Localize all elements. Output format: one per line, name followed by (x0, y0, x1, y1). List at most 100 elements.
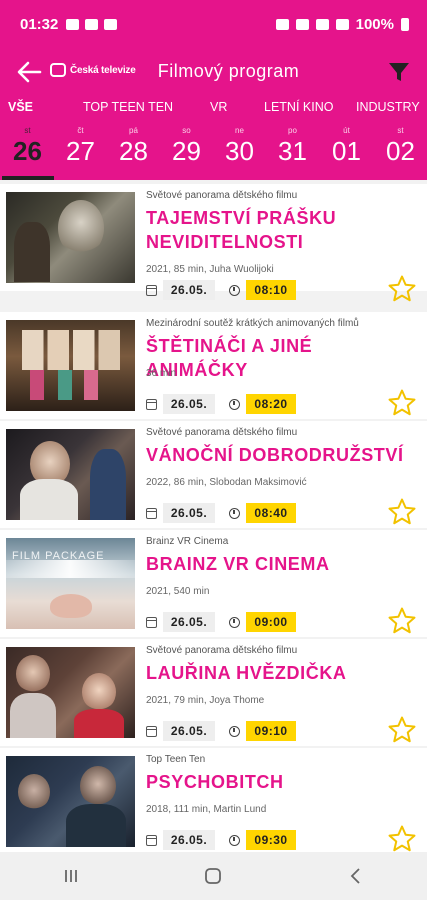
film-meta: 36 min (146, 368, 177, 379)
tab-vr[interactable]: VR (210, 100, 227, 114)
film-thumbnail (6, 192, 135, 283)
film-meta: 2021, 540 min (146, 586, 210, 597)
film-card[interactable]: Top Teen Ten PSYCHOBITCH 2018, 111 min, … (0, 748, 427, 852)
system-icons: 100% (275, 15, 409, 33)
film-title[interactable]: ŠTĚTINÁČI A JINÉ ANIMÁČKY (146, 334, 396, 382)
day-item[interactable]: st 26 (1, 124, 54, 180)
day-number: 31 (278, 136, 307, 166)
film-card[interactable]: Světové panorama dětského filmu LAUŘINA … (0, 639, 427, 746)
day-number: 02 (386, 136, 415, 166)
day-item[interactable]: ne 30 (213, 124, 266, 180)
screening-time: 08:40 (246, 503, 296, 523)
film-thumbnail (6, 756, 135, 847)
film-thumbnail (6, 647, 135, 738)
film-title[interactable]: LAUŘINA HVĚZDIČKA (146, 661, 406, 685)
tab-industry[interactable]: INDUSTRY (356, 100, 420, 114)
calendar-icon (146, 507, 157, 519)
calendar-icon (146, 725, 157, 737)
film-card[interactable]: Mezinárodní soutěž krátkých animovaných … (0, 312, 427, 419)
film-list[interactable]: Světové panorama dětského filmu TAJEMSTV… (0, 180, 427, 852)
screening-row: 26.05. 08:40 (146, 503, 296, 523)
tab-letni-kino[interactable]: LETNÍ KINO (264, 100, 333, 114)
film-section: Světové panorama dětského filmu (146, 645, 298, 656)
film-title[interactable]: TAJEMSTVÍ PRÁŠKU NEVIDITELNOSTI (146, 206, 386, 254)
day-item[interactable]: so 29 (160, 124, 213, 180)
screening-time: 09:00 (246, 612, 296, 632)
day-item[interactable]: st 02 (374, 124, 427, 180)
film-card[interactable]: FILM PACKAGE Brainz VR Cinema BRAINZ VR … (0, 530, 427, 637)
tab-top-teen-ten[interactable]: TOP TEEN TEN (83, 100, 173, 114)
day-weekday: čt (77, 126, 84, 135)
screening-row: 26.05. 09:00 (146, 612, 296, 632)
thumbnail-label: FILM PACKAGE (12, 550, 105, 562)
favorite-star-icon[interactable] (387, 824, 417, 852)
back-nav-button[interactable] (336, 861, 376, 891)
tab-vse[interactable]: VŠE (8, 100, 33, 114)
day-item[interactable]: po 31 (266, 124, 319, 180)
home-icon (205, 868, 222, 884)
funnel-icon (389, 63, 409, 81)
recent-apps-icon (65, 870, 78, 882)
favorite-star-icon[interactable] (387, 497, 417, 527)
day-item[interactable]: pá 28 (107, 124, 160, 180)
film-card[interactable]: Světové panorama dětského filmu VÁNOČNÍ … (0, 421, 427, 528)
status-bar: 01:32 100% (0, 0, 427, 48)
day-weekday: so (182, 126, 191, 135)
lock-icon (275, 18, 289, 30)
app: 01:32 100% Česká televize Filmový progra… (0, 0, 427, 900)
system-navigation-bar (0, 852, 427, 900)
favorite-star-icon[interactable] (387, 388, 417, 418)
day-item[interactable]: út 01 (320, 124, 373, 180)
favorite-star-icon[interactable] (387, 606, 417, 636)
calendar-icon (146, 834, 157, 846)
battery-level: 100% (355, 15, 394, 33)
status-time: 01:32 (20, 15, 59, 33)
favorite-star-icon[interactable] (387, 274, 417, 304)
screening-time: 09:10 (246, 721, 296, 741)
mail-icon (85, 18, 99, 30)
clock-icon (229, 725, 240, 737)
day-weekday: st (24, 126, 31, 135)
clock-icon (229, 398, 240, 410)
filter-button[interactable] (387, 60, 411, 84)
favorite-star-icon[interactable] (387, 715, 417, 745)
film-section: Světové panorama dětského filmu (146, 427, 298, 438)
app-header: Česká televize Filmový program (0, 48, 427, 96)
film-section: Světové panorama dětského filmu (146, 190, 298, 201)
home-button[interactable] (193, 861, 233, 891)
category-tabs: VŠE TOP TEEN TEN VR LETNÍ KINO INDUSTRY (0, 96, 427, 124)
screening-row: 26.05. 08:20 (146, 394, 296, 414)
film-thumbnail: FILM PACKAGE (6, 538, 135, 629)
film-section: Brainz VR Cinema (146, 536, 229, 547)
day-selector: st 26 čt 27 pá 28 so 29 ne 30 po 31 út 0… (0, 124, 427, 180)
film-thumbnail (6, 429, 135, 520)
notification-icons (66, 18, 118, 30)
film-meta: 2022, 86 min, Slobodan Maksimović (146, 477, 307, 488)
film-title[interactable]: PSYCHOBITCH (146, 770, 386, 794)
film-section: Mezinárodní soutěž krátkých animovaných … (146, 318, 359, 329)
day-weekday: pá (129, 126, 138, 135)
battery-icon (401, 17, 409, 31)
film-meta: 2021, 79 min, Joya Thome (146, 695, 265, 706)
recent-apps-button[interactable] (51, 861, 91, 891)
screening-date: 26.05. (163, 280, 215, 300)
alarm-icon (295, 18, 309, 30)
film-card[interactable]: Světové panorama dětského filmu TAJEMSTV… (0, 184, 427, 302)
film-meta: 2018, 111 min, Martin Lund (146, 804, 267, 815)
day-number: 30 (225, 136, 254, 166)
calendar-icon (146, 616, 157, 628)
film-title[interactable]: VÁNOČNÍ DOBRODRUŽSTVÍ (146, 443, 406, 467)
day-number: 27 (66, 136, 95, 166)
clock-icon (229, 284, 240, 296)
day-number: 28 (119, 136, 148, 166)
film-thumbnail (6, 320, 135, 411)
film-title[interactable]: BRAINZ VR CINEMA (146, 552, 406, 576)
film-meta: 2021, 85 min, Juha Wuolijoki (146, 264, 274, 275)
day-item[interactable]: čt 27 (54, 124, 107, 180)
message-icon (104, 18, 118, 30)
screening-row: 26.05. 09:10 (146, 721, 296, 741)
screening-date: 26.05. (163, 612, 215, 632)
calendar-icon (146, 284, 157, 296)
day-number: 26 (13, 136, 42, 166)
screening-date: 26.05. (163, 830, 215, 850)
